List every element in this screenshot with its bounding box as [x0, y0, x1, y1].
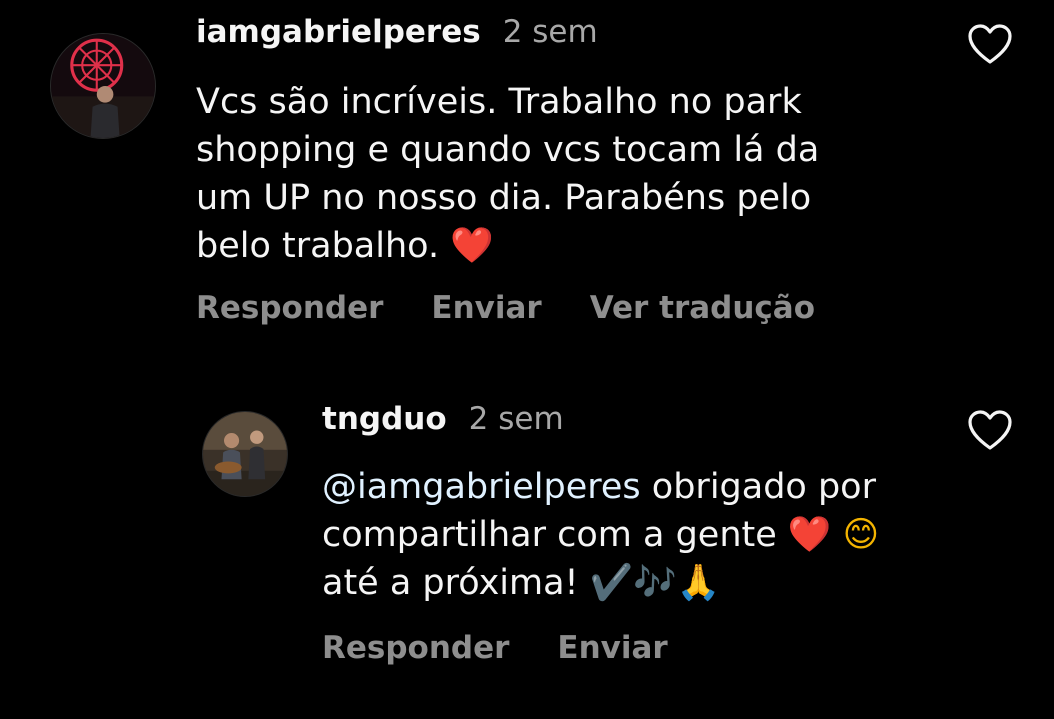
avatar[interactable]: [50, 33, 156, 139]
musical-notes-emoji: 🎶: [633, 563, 677, 603]
see-translation-button[interactable]: Ver tradução: [590, 290, 815, 326]
username[interactable]: iamgabrielperes: [196, 14, 481, 50]
avatar-image: [203, 412, 287, 496]
send-button[interactable]: Enviar: [431, 290, 541, 326]
comment-line-text: obrigado por: [640, 467, 876, 507]
comment-line-text: compartilhar com a gente: [322, 515, 777, 555]
comment-header: iamgabrielperes 2 sem: [196, 14, 598, 50]
like-button[interactable]: [966, 408, 1014, 452]
red-heart-emoji: ❤️: [787, 515, 832, 555]
comment-line: um UP no nosso dia. Parabéns pelo: [196, 178, 812, 218]
heart-outline-icon: [968, 410, 1012, 450]
comment-text: Vcs são incríveis. Trabalho no park shop…: [196, 78, 819, 270]
avatar[interactable]: [202, 411, 288, 497]
comment-text: @iamgabrielperes obrigado por compartilh…: [322, 463, 879, 607]
reply-button[interactable]: Responder: [196, 290, 383, 326]
comment-header: tngduo 2 sem: [322, 401, 564, 437]
username[interactable]: tngduo: [322, 401, 447, 437]
comment-actions: Responder Enviar Ver tradução: [196, 290, 815, 326]
comment-actions: Responder Enviar: [322, 630, 668, 666]
comment-item: iamgabrielperes 2 sem Vcs são incríveis.…: [0, 0, 1054, 360]
reply-item: tngduo 2 sem @iamgabrielperes obrigado p…: [0, 385, 1054, 719]
timestamp: 2 sem: [502, 14, 598, 50]
comment-line: até a próxima! ✔️🎶🙏: [322, 559, 879, 607]
red-heart-emoji: ❤️: [450, 226, 494, 266]
timestamp: 2 sem: [468, 401, 564, 437]
like-button[interactable]: [966, 22, 1014, 66]
comment-line: belo trabalho. ❤️: [196, 222, 819, 270]
mention-link[interactable]: @iamgabrielperes: [322, 467, 641, 507]
avatar-image: [51, 34, 155, 138]
check-mark-emoji: ✔️: [589, 563, 634, 603]
comment-line-text: belo trabalho.: [196, 226, 440, 266]
reply-button[interactable]: Responder: [322, 630, 509, 666]
folded-hands-emoji: 🙏: [676, 563, 721, 603]
comment-line: shopping e quando vcs tocam lá da: [196, 130, 820, 170]
comment-line: @iamgabrielperes obrigado por: [322, 463, 879, 511]
comment-line: Vcs são incríveis. Trabalho no park: [196, 82, 802, 122]
comment-line-text: até a próxima!: [322, 563, 579, 603]
heart-outline-icon: [968, 24, 1012, 64]
smiling-face-emoji: 😊: [842, 515, 880, 555]
comment-line: compartilhar com a gente ❤️ 😊: [322, 511, 879, 559]
send-button[interactable]: Enviar: [557, 630, 667, 666]
